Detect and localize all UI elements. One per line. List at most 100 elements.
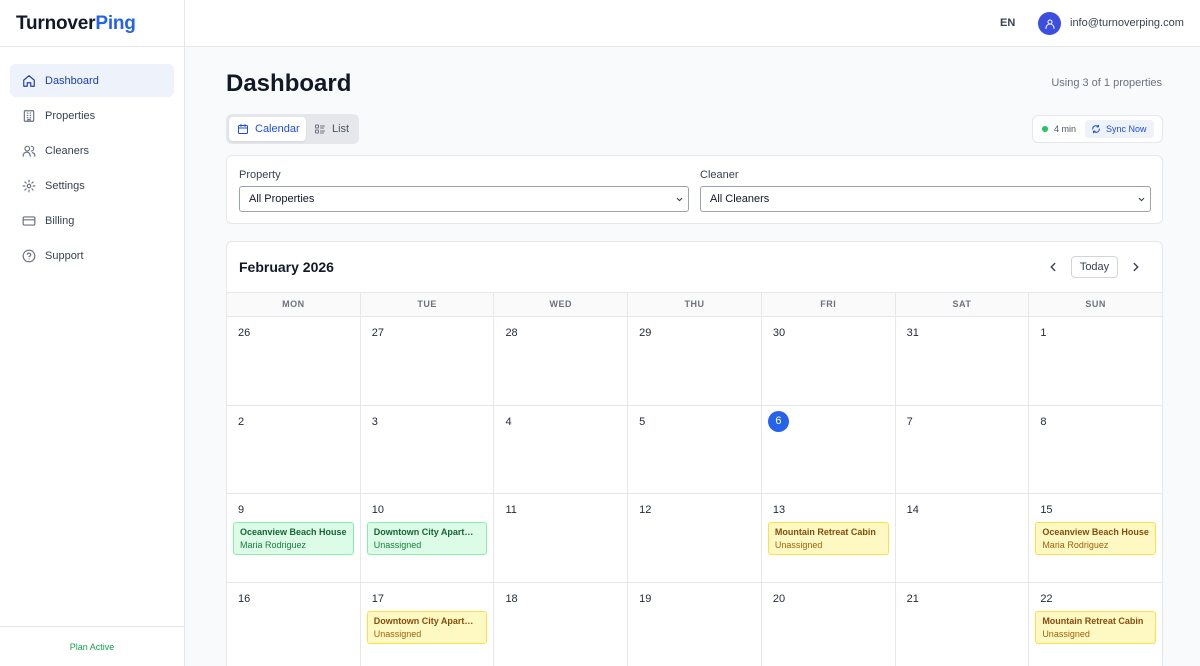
calendar-day-cell[interactable]: 12 xyxy=(628,494,762,582)
weekday-label: THU xyxy=(628,293,762,316)
calendar-day-cell[interactable]: 14 xyxy=(896,494,1030,582)
calendar-day-cell[interactable]: 1 xyxy=(1029,317,1162,405)
turnover-event[interactable]: Oceanview Beach House Maria Rodriguez xyxy=(233,522,354,555)
calendar-day-cell[interactable]: 4 xyxy=(494,405,629,493)
language-selector[interactable]: EN xyxy=(1000,17,1015,29)
turnover-event[interactable]: Mountain Retreat Cabin Unassigned xyxy=(767,522,889,555)
sync-now-button[interactable]: Sync Now xyxy=(1085,120,1154,138)
calendar-day-cell[interactable]: 3 xyxy=(361,405,495,493)
day-number: 12 xyxy=(639,504,652,516)
day-number: 19 xyxy=(639,592,652,605)
calendar-day-cell[interactable]: 21 xyxy=(896,582,1030,666)
day-number: 14 xyxy=(906,504,919,516)
calendar-day-cell[interactable]: 20 xyxy=(762,582,896,666)
property-filter-label: Property xyxy=(239,169,281,181)
next-month-button[interactable] xyxy=(1129,260,1143,274)
previous-month-button[interactable] xyxy=(1046,260,1060,274)
user-email[interactable]: info@turnoverping.com xyxy=(1070,17,1184,29)
calendar-day-cell[interactable]: 27 xyxy=(361,317,495,405)
calendar-day-cell[interactable]: 26 xyxy=(227,317,361,405)
gear-icon xyxy=(22,179,36,193)
sidebar-item-label: Dashboard xyxy=(45,74,99,87)
avatar[interactable] xyxy=(1038,12,1061,35)
calendar-view-label: Calendar xyxy=(255,123,300,135)
day-number: 3 xyxy=(371,415,378,428)
top-header: EN info@turnoverping.com xyxy=(185,0,1200,47)
calendar-day-cell[interactable]: 22 Mountain Retreat Cabin Unassigned xyxy=(1029,583,1162,666)
calendar-day-cell[interactable]: 10 Downtown City Apartment Unassigned xyxy=(361,494,495,582)
day-number: 13 xyxy=(772,504,786,516)
day-number: 20 xyxy=(772,592,786,605)
today-button[interactable]: Today xyxy=(1071,256,1118,278)
sidebar-item-properties[interactable]: Properties xyxy=(10,99,174,132)
day-number: 27 xyxy=(371,327,384,339)
cleaner-select[interactable]: All Cleaners xyxy=(700,186,1151,212)
user-icon xyxy=(1045,19,1054,29)
sidebar-item-label: Cleaners xyxy=(45,144,90,157)
sidebar-item-cleaners[interactable]: Cleaners xyxy=(10,134,174,167)
day-number: 31 xyxy=(906,327,919,339)
event-property-name: Oceanview Beach House xyxy=(240,527,347,537)
event-cleaner-name: Maria Rodriguez xyxy=(240,540,307,550)
sidebar-item-billing[interactable]: Billing xyxy=(10,204,174,237)
day-number: 29 xyxy=(639,327,652,339)
event-property-name: Mountain Retreat Cabin xyxy=(774,527,876,537)
day-number: 10 xyxy=(371,504,384,516)
calendar-day-cell[interactable]: 18 xyxy=(494,582,629,666)
event-cleaner-name: Unassigned xyxy=(774,540,823,550)
calendar-day-cell[interactable]: 5 xyxy=(628,405,762,493)
sidebar-item-label: Properties xyxy=(45,109,96,122)
sidebar-item-support[interactable]: Support xyxy=(10,239,174,272)
calendar-day-cell[interactable]: 28 xyxy=(494,317,629,405)
calendar-day-cell[interactable]: 16 xyxy=(227,582,361,666)
calendar-day-cell[interactable]: 8 xyxy=(1029,406,1162,494)
day-number: 9 xyxy=(238,504,245,516)
weekday-label: SUN xyxy=(1085,299,1106,309)
turnover-event[interactable]: Mountain Retreat Cabin Unassigned xyxy=(1035,610,1157,644)
sidebar-item-settings[interactable]: Settings xyxy=(10,169,174,202)
logo-text-primary: Turnover xyxy=(16,13,96,34)
sidebar-nav: Dashboard Properties Cleaners Settings B… xyxy=(0,47,184,272)
logo[interactable]: TurnoverPing xyxy=(0,0,184,47)
property-select-value: All Properties xyxy=(249,193,315,205)
day-number: 21 xyxy=(906,592,919,605)
calendar-day-cell[interactable]: 17 Downtown City Apartment Unassigned xyxy=(361,582,495,666)
calendar-day-cell[interactable]: 19 xyxy=(628,582,762,666)
today-day-number: 6 xyxy=(767,410,789,432)
day-number: 11 xyxy=(505,504,517,516)
event-cleaner-name: Unassigned xyxy=(1042,628,1090,639)
home-icon xyxy=(22,74,36,88)
calendar-day-cell[interactable]: 6 xyxy=(762,405,896,493)
calendar-day-cell[interactable]: 2 xyxy=(227,405,361,493)
calendar-day-cell[interactable]: 30 xyxy=(762,317,896,405)
list-icon xyxy=(314,123,326,135)
page-title: Dashboard xyxy=(226,70,352,97)
chevron-down-icon xyxy=(1138,197,1145,202)
weekday-label: TUE xyxy=(361,293,495,316)
day-number: 5 xyxy=(639,415,646,428)
calendar-icon xyxy=(237,123,249,135)
day-number: 30 xyxy=(772,327,786,339)
list-view-button[interactable]: List xyxy=(306,117,358,141)
calendar-day-cell[interactable]: 13 Mountain Retreat Cabin Unassigned xyxy=(762,494,896,582)
calendar-day-cell[interactable]: 11 xyxy=(494,494,629,582)
chevron-right-icon xyxy=(1133,262,1139,272)
chevron-down-icon xyxy=(676,197,683,202)
turnover-event[interactable]: Oceanview Beach House Maria Rodriguez xyxy=(1035,522,1157,555)
day-number: 28 xyxy=(505,327,518,339)
turnover-event[interactable]: Downtown City Apartment Unassigned xyxy=(366,522,488,555)
calendar-day-cell[interactable]: 7 xyxy=(896,405,1030,493)
weekday-label: MON xyxy=(227,293,361,316)
calendar-day-cell[interactable]: 31 xyxy=(896,317,1030,405)
credit-card-icon xyxy=(22,214,36,228)
calendar-grid: 26 27 28 29 30 31 1 2 3 4 5 6 7 8 9 Oceanview Beach Hou… xyxy=(227,317,1162,666)
calendar-day-cell[interactable]: 29 xyxy=(628,317,762,405)
event-property-name: Downtown City Apartment xyxy=(373,527,481,537)
weekday-label: SAT xyxy=(896,293,1030,316)
calendar-view-button[interactable]: Calendar xyxy=(229,117,306,141)
calendar-day-cell[interactable]: 9 Oceanview Beach House Maria Rodriguez xyxy=(227,494,361,582)
turnover-event[interactable]: Downtown City Apartment Unassigned xyxy=(366,610,488,644)
property-select[interactable]: All Properties xyxy=(239,186,689,212)
sidebar-item-dashboard[interactable]: Dashboard xyxy=(10,64,174,97)
calendar-day-cell[interactable]: 15 Oceanview Beach House Maria Rodriguez xyxy=(1029,494,1162,582)
